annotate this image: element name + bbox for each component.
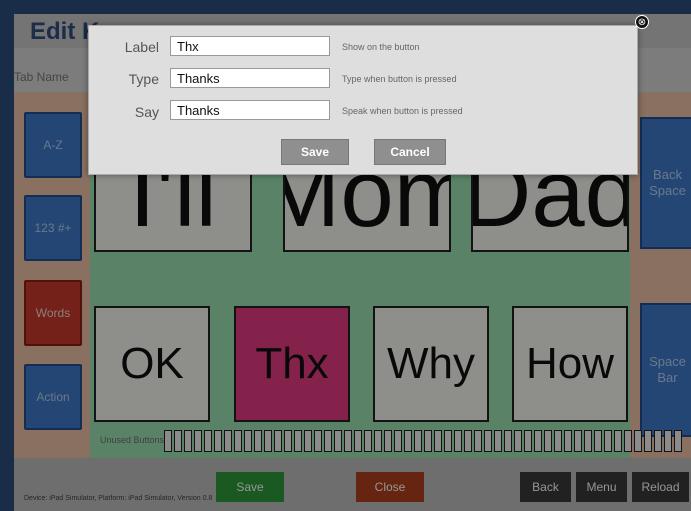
label-hint: Show on the button <box>342 42 420 52</box>
label-input[interactable] <box>170 36 330 56</box>
type-caption: Type <box>128 71 159 87</box>
close-icon[interactable]: ⊗ <box>635 15 649 29</box>
label-caption: Label <box>124 39 159 55</box>
say-caption: Say <box>134 104 159 120</box>
say-input[interactable] <box>170 100 330 120</box>
dialog-cancel-button[interactable]: Cancel <box>374 139 446 165</box>
type-input[interactable] <box>170 68 330 88</box>
say-hint: Speak when button is pressed <box>342 106 463 116</box>
type-hint: Type when button is pressed <box>342 74 457 84</box>
edit-button-dialog: Label Show on the button Type Type when … <box>88 25 638 175</box>
dialog-save-button[interactable]: Save <box>281 139 349 165</box>
